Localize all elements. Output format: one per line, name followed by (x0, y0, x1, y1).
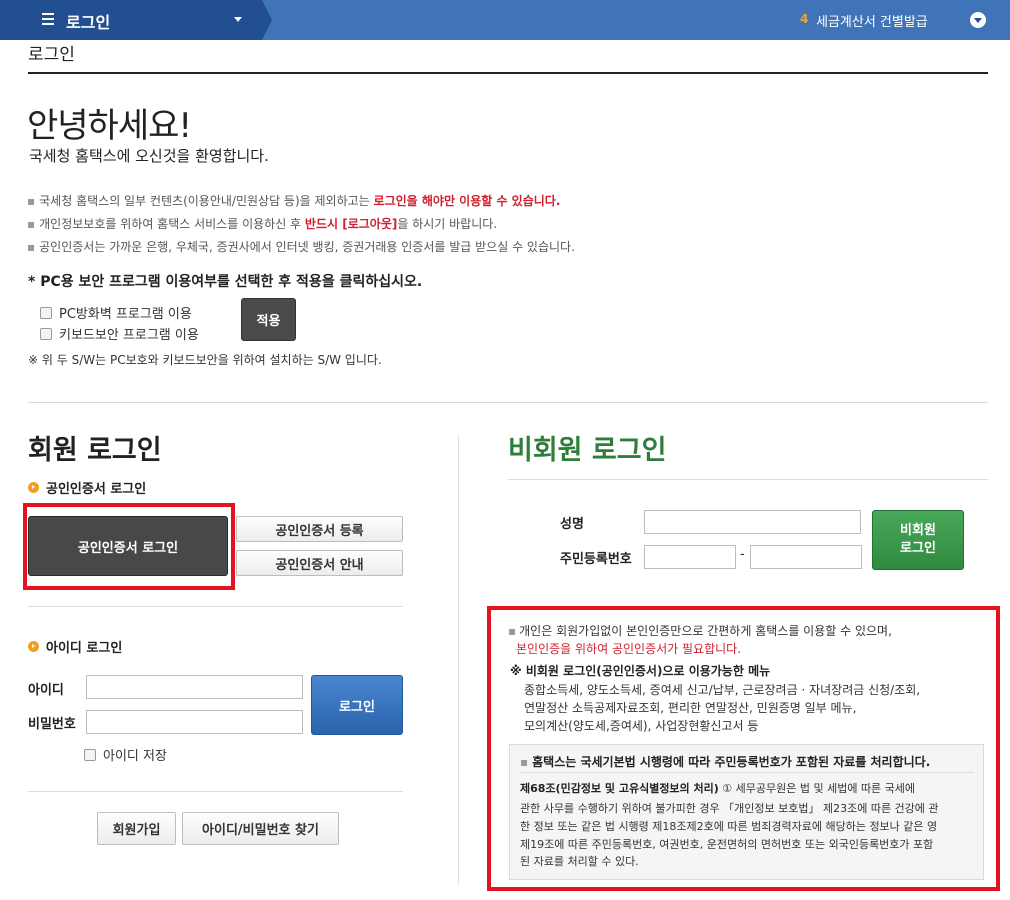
nonmember-login-title: 비회원 로그인 (508, 435, 667, 466)
available-menu-line-1: 종합소득세, 양도소득세, 증여세 신고/납부, 근로장려금 · 자녀장려금 신… (524, 683, 921, 697)
menu-title[interactable]: 로그인 (66, 9, 110, 33)
law-text-line-5: 된 자료를 처리할 수 있다. (520, 855, 639, 868)
law-notice-title-text: 홈택스는 국세기본법 시행령에 따라 주민등록번호가 포함된 자료를 처리합니다… (532, 755, 931, 769)
bullet-icon: ▪ (27, 240, 36, 254)
hamburger-icon[interactable] (42, 13, 54, 25)
id-input[interactable] (86, 675, 303, 699)
cert-register-button[interactable]: 공인인증서 등록 (236, 516, 403, 542)
law-text-line-4: 제19조에 따른 주민등록번호, 여권번호, 운전면허의 면허번호 또는 외국인… (520, 838, 934, 851)
cert-login-subtitle: 공인인증서 로그인 (28, 478, 146, 497)
chevron-down-icon[interactable] (970, 12, 986, 28)
notice-2-text: 개인정보보호를 위하여 홈택스 서비스를 이용하신 후 (39, 217, 305, 231)
highlight-box (23, 503, 235, 590)
security-program-title: * PC용 보안 프로그램 이용여부를 선택한 후 적용을 클릭하십시오. (28, 274, 423, 290)
notice-2-highlight: 반드시 [로그아웃] (304, 217, 398, 231)
news-ticker-link[interactable]: 세금계산서 건별발급 (816, 11, 928, 30)
nonmember-login-button-line2[interactable]: 로그인 (900, 540, 936, 558)
law-notice-title: ▪ 홈택스는 국세기본법 시행령에 따라 주민등록번호가 포함된 자료를 처리합니… (520, 753, 930, 770)
available-menu-line-3: 모의계산(양도세,증여세), 사업장현황신고서 등 (524, 719, 759, 733)
find-id-password-button[interactable]: 아이디/비밀번호 찾기 (182, 812, 339, 845)
keyboard-security-label[interactable]: 키보드보안 프로그램 이용 (59, 324, 199, 343)
rrn-dash: - (740, 547, 745, 562)
available-menu-title: ※ 비회원 로그인(공인인증서)으로 이용가능한 메뉴 (510, 664, 771, 678)
law-text-line-1: 제68조(민감정보 및 고유식별정보의 처리) ① 세무공무원은 법 및 세법에… (520, 780, 915, 796)
available-menu-line-2: 연말정산 소득공제자료조회, 편리한 연말정산, 민원증명 일부 메뉴, (524, 701, 857, 715)
divider (28, 791, 403, 792)
id-login-subtitle: 아이디 로그인 (28, 637, 122, 656)
news-number: 4 (800, 12, 809, 26)
save-id-option[interactable]: 아이디 저장 (84, 745, 167, 764)
save-id-checkbox[interactable] (84, 748, 96, 761)
rrn-front-input[interactable] (644, 545, 736, 569)
notice-3: ▪ 공인인증서는 가까운 은행, 우체국, 증권사에서 인터넷 뱅킹, 증권거래용… (27, 238, 575, 255)
divider (28, 606, 403, 607)
bullet-icon: ▪ (520, 755, 529, 769)
nonmember-info-2: 본인인증을 위하여 공인인증서가 필요합니다. (516, 642, 742, 656)
divider (508, 479, 988, 480)
law-text-line-1-rest: ① 세무공무원은 법 및 세법에 따른 국세에 (718, 782, 916, 795)
law-article-title: 제68조(민감정보 및 고유식별정보의 처리) (520, 782, 719, 795)
welcome-text: 국세청 홈택스에 오신것을 환영합니다. (29, 147, 269, 165)
notice-3-text: 공인인증서는 가까운 은행, 우체국, 증권사에서 인터넷 뱅킹, 증권거래용 … (39, 240, 575, 254)
notice-1: ▪ 국세청 홈택스의 일부 컨텐츠(이용안내/민원상담 등)을 제외하고는 로그인… (27, 192, 560, 209)
cert-guide-button[interactable]: 공인인증서 안내 (236, 550, 403, 576)
name-label: 성명 (560, 517, 584, 532)
apply-button[interactable]: 적용 (241, 298, 296, 341)
rrn-back-input[interactable] (750, 545, 862, 569)
divider (520, 772, 974, 773)
firewall-checkbox[interactable] (40, 306, 52, 319)
notice-1-text: 국세청 홈택스의 일부 컨텐츠(이용안내/민원상담 등)을 제외하고는 (39, 194, 374, 208)
firewall-label[interactable]: PC방화벽 프로그램 이용 (59, 303, 192, 322)
nonmember-info-1-text: 개인은 회원가입없이 본인인증만으로 간편하게 홈택스를 이용할 수 있으며, (519, 624, 892, 638)
section-divider (28, 402, 988, 403)
arrow-circle-icon (28, 482, 39, 493)
nonmember-info-1: ▪ 개인은 회원가입없이 본인인증만으로 간편하게 홈택스를 이용할 수 있으며, (508, 622, 892, 639)
login-button[interactable]: 로그인 (311, 675, 403, 735)
keyboard-security-checkbox[interactable] (40, 327, 52, 340)
greeting-heading: 안녕하세요! (27, 106, 192, 146)
law-text-line-2: 관한 사무를 수행하기 위하여 불가피한 경우 「개인정보 보호법」 제23조에… (520, 802, 939, 815)
notice-1-highlight: 로그인을 해야만 이용할 수 있습니다. (373, 194, 561, 208)
id-login-subtitle-text: 아이디 로그인 (46, 641, 123, 656)
rrn-label: 주민등록번호 (560, 552, 632, 567)
signup-button[interactable]: 회원가입 (97, 812, 176, 845)
column-divider (458, 435, 459, 885)
cert-login-subtitle-text: 공인인증서 로그인 (46, 482, 147, 497)
id-label: 아이디 (28, 683, 64, 698)
menu-dropdown[interactable]: 로그인 (0, 0, 272, 40)
bullet-icon: ▪ (27, 217, 36, 231)
law-text-line-3: 한 정보 또는 같은 법 시행령 제18조제2호에 따른 범죄경력자료에 해당하… (520, 820, 938, 833)
name-input[interactable] (644, 510, 861, 534)
password-input[interactable] (86, 710, 303, 734)
arrow-circle-icon (28, 641, 39, 652)
nonmember-login-button[interactable]: 비회원 로그인 (872, 510, 964, 570)
title-divider (28, 72, 988, 74)
nonmember-login-button-line1[interactable]: 비회원 (900, 522, 936, 540)
page-title: 로그인 (28, 45, 75, 65)
member-login-title: 회원 로그인 (28, 435, 162, 466)
software-note: ※ 위 두 S/W는 PC보호와 키보드보안을 위하여 설치하는 S/W 입니다… (28, 353, 382, 367)
top-nav-bar: 로그인 4 세금계산서 건별발급 (0, 0, 1010, 40)
caret-down-icon[interactable] (234, 17, 242, 22)
bullet-icon: ▪ (27, 194, 36, 208)
bullet-icon: ▪ (508, 624, 517, 638)
notice-2: ▪ 개인정보보호를 위하여 홈택스 서비스를 이용하신 후 반드시 [로그아웃]을… (27, 215, 497, 232)
save-id-label[interactable]: 아이디 저장 (103, 745, 167, 764)
notice-2-text-end: 을 하시기 바랍니다. (397, 217, 498, 231)
password-label: 비밀번호 (28, 717, 76, 732)
keyboard-security-option[interactable]: 키보드보안 프로그램 이용 (40, 324, 199, 343)
firewall-option[interactable]: PC방화벽 프로그램 이용 (40, 303, 192, 322)
